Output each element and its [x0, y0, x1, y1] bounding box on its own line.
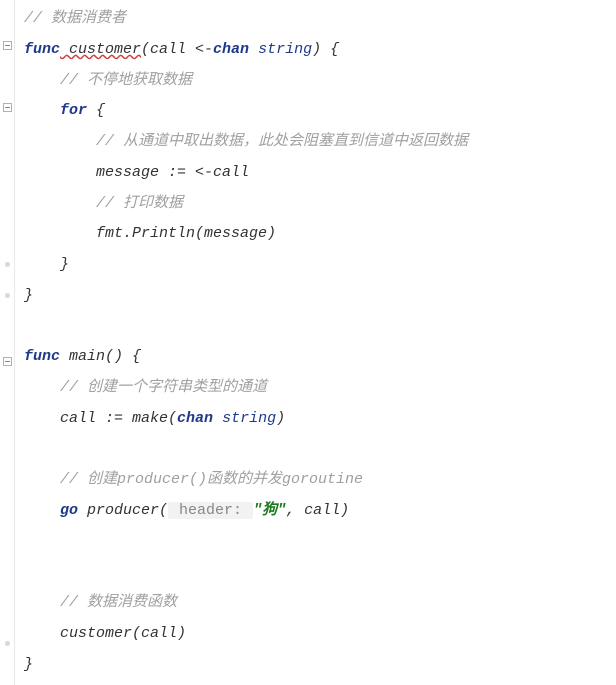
code-line: for { — [24, 96, 616, 127]
keyword-for: for — [60, 102, 87, 119]
keyword-go: go — [60, 502, 78, 519]
comment: // 打印数据 — [96, 195, 183, 212]
code-line: call := make(chan string) — [24, 404, 616, 435]
code-line: // 从通道中取出数据，此处会阻塞直到信道中返回数据 — [24, 127, 616, 158]
code-text: message := <-call — [96, 164, 249, 181]
code-editor: // 数据消费者 func customer(call <-chan strin… — [0, 0, 616, 685]
fold-icon[interactable] — [3, 357, 12, 366]
code-line — [24, 527, 616, 558]
keyword-func: func — [24, 41, 60, 58]
comment: // 创建producer()函数的并发goroutine — [60, 471, 363, 488]
keyword-chan: chan — [213, 41, 249, 58]
brace-close: } — [24, 287, 33, 304]
code-text: customer(call) — [60, 625, 186, 642]
code-line — [24, 312, 616, 343]
code-text: main() { — [60, 348, 141, 365]
fold-icon[interactable] — [3, 103, 12, 112]
fold-icon[interactable] — [3, 41, 12, 50]
brace-close: } — [24, 656, 33, 673]
code-text: fmt.Println(message) — [96, 225, 276, 242]
code-text: producer( — [78, 502, 168, 519]
brace-close: } — [60, 256, 69, 273]
code-line: // 不停地获取数据 — [24, 66, 616, 97]
code-text: call := make( — [60, 410, 177, 427]
code-text: { — [87, 102, 105, 119]
function-name: customer — [60, 41, 141, 58]
code-line — [24, 435, 616, 466]
code-line: } — [24, 650, 616, 681]
code-line: go producer( header: "狗", call) — [24, 496, 616, 527]
keyword-func: func — [24, 348, 60, 365]
comment: // 数据消费者 — [24, 10, 126, 27]
fold-end-icon — [5, 641, 10, 646]
code-line: } — [24, 250, 616, 281]
code-line: func main() { — [24, 342, 616, 373]
keyword-chan: chan — [177, 410, 213, 427]
comment: // 从通道中取出数据，此处会阻塞直到信道中返回数据 — [96, 133, 468, 150]
comment: // 创建一个字符串类型的通道 — [60, 379, 267, 396]
code-text: , call) — [286, 502, 349, 519]
fold-end-icon — [5, 262, 10, 267]
type-name: string — [213, 410, 276, 427]
gutter — [0, 0, 15, 685]
code-line: // 数据消费者 — [24, 4, 616, 35]
code-line: fmt.Println(message) — [24, 219, 616, 250]
code-line: func customer(call <-chan string) { — [24, 35, 616, 66]
code-line: // 数据消费函数 — [24, 588, 616, 619]
comment: // 数据消费函数 — [60, 594, 177, 611]
code-line: } — [24, 281, 616, 312]
type-name: string — [249, 41, 312, 58]
fold-end-icon — [5, 293, 10, 298]
code-line: message := <-call — [24, 158, 616, 189]
code-line — [24, 558, 616, 589]
comment: // 不停地获取数据 — [60, 72, 192, 89]
string-literal: "狗" — [253, 502, 286, 519]
code-line: // 创建producer()函数的并发goroutine — [24, 465, 616, 496]
code-text: (call <- — [141, 41, 213, 58]
parameter-hint: header: — [168, 502, 253, 519]
code-line: customer(call) — [24, 619, 616, 650]
code-text: ) — [276, 410, 285, 427]
code-line: // 创建一个字符串类型的通道 — [24, 373, 616, 404]
code-text: ) { — [312, 41, 339, 58]
code-line: // 打印数据 — [24, 189, 616, 220]
